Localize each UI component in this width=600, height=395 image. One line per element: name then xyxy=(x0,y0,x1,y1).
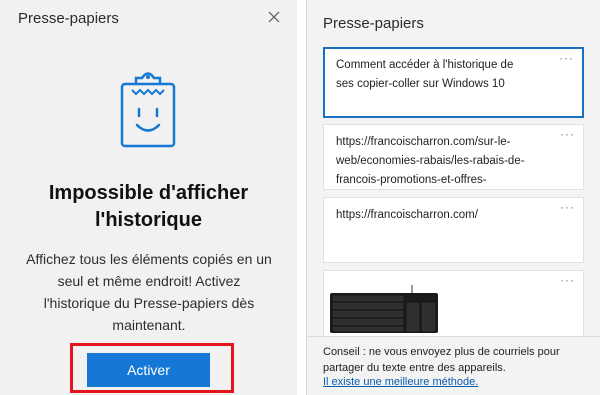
clipboard-item-line: https://francoischarron.com/ xyxy=(336,209,478,221)
clipboard-item-line: https://francoischarron.com/sur-le- xyxy=(336,136,511,148)
more-options-icon[interactable]: ··· xyxy=(560,200,575,214)
screenshot-stage: Presse-papiers Impossible d'afficher l'h… xyxy=(0,0,600,395)
clipboard-item[interactable]: https://francoischarron.com/sur-le- web/… xyxy=(323,124,584,190)
more-options-icon[interactable]: ··· xyxy=(560,127,575,141)
clipboard-item-line: web/economies-rabais/les-rabais-de- xyxy=(336,155,525,167)
clipboard-smiley-icon xyxy=(120,72,176,148)
description-line: Affichez tous les éléments copiés en un xyxy=(26,251,272,267)
panel-title: Presse-papiers xyxy=(323,15,424,32)
more-options-icon[interactable]: ··· xyxy=(559,51,574,65)
clipboard-item-image[interactable]: ··· xyxy=(323,270,584,340)
tip-line: Conseil : ne vous envoyez plus de courri… xyxy=(323,346,560,358)
panel-separator xyxy=(297,0,306,395)
description-line: maintenant. xyxy=(112,317,186,333)
activate-button[interactable]: Activer xyxy=(87,353,210,387)
clipboard-item[interactable]: Comment accéder à l'historique de ses co… xyxy=(323,47,584,118)
error-heading-line: Impossible d'afficher xyxy=(48,182,249,204)
error-heading-line: l'historique xyxy=(95,209,202,231)
more-options-icon[interactable]: ··· xyxy=(560,273,575,287)
tip-text: Conseil : ne vous envoyez plus de courri… xyxy=(323,344,589,376)
clipboard-item-line: ses copier-coller sur Windows 10 xyxy=(336,78,505,90)
better-method-link[interactable]: Il existe une meilleure méthode. xyxy=(323,376,478,388)
panel-title: Presse-papiers xyxy=(18,10,119,27)
description-line: l'historique du Presse-papiers dès xyxy=(43,295,255,311)
clipboard-item-text: https://francoischarron.com/sur-le- web/… xyxy=(336,133,551,190)
tip-line: partager du texte entre des appareils. xyxy=(323,362,506,374)
clipboard-item-line: Comment accéder à l'historique de xyxy=(336,59,514,71)
tip-banner: Conseil : ne vous envoyez plus de courri… xyxy=(307,336,600,395)
error-heading: Impossible d'afficher l'historique xyxy=(0,180,297,234)
description-line: seul et même endroit! Activez xyxy=(57,273,241,289)
clipboard-item-text: Comment accéder à l'historique de ses co… xyxy=(336,56,551,94)
clipboard-panel-history: Presse-papiers Comment accéder à l'histo… xyxy=(306,0,600,395)
keyboard-image xyxy=(330,285,438,333)
clipboard-item[interactable]: https://francoischarron.com/ ··· xyxy=(323,197,584,263)
description-text: Affichez tous les éléments copiés en un … xyxy=(14,248,284,336)
clipboard-panel-disabled: Presse-papiers Impossible d'afficher l'h… xyxy=(0,0,297,395)
close-icon[interactable] xyxy=(264,7,284,27)
clipboard-item-text: https://francoischarron.com/ xyxy=(336,206,551,225)
clipboard-item-line: francois-promotions-et-offres- xyxy=(336,174,487,186)
